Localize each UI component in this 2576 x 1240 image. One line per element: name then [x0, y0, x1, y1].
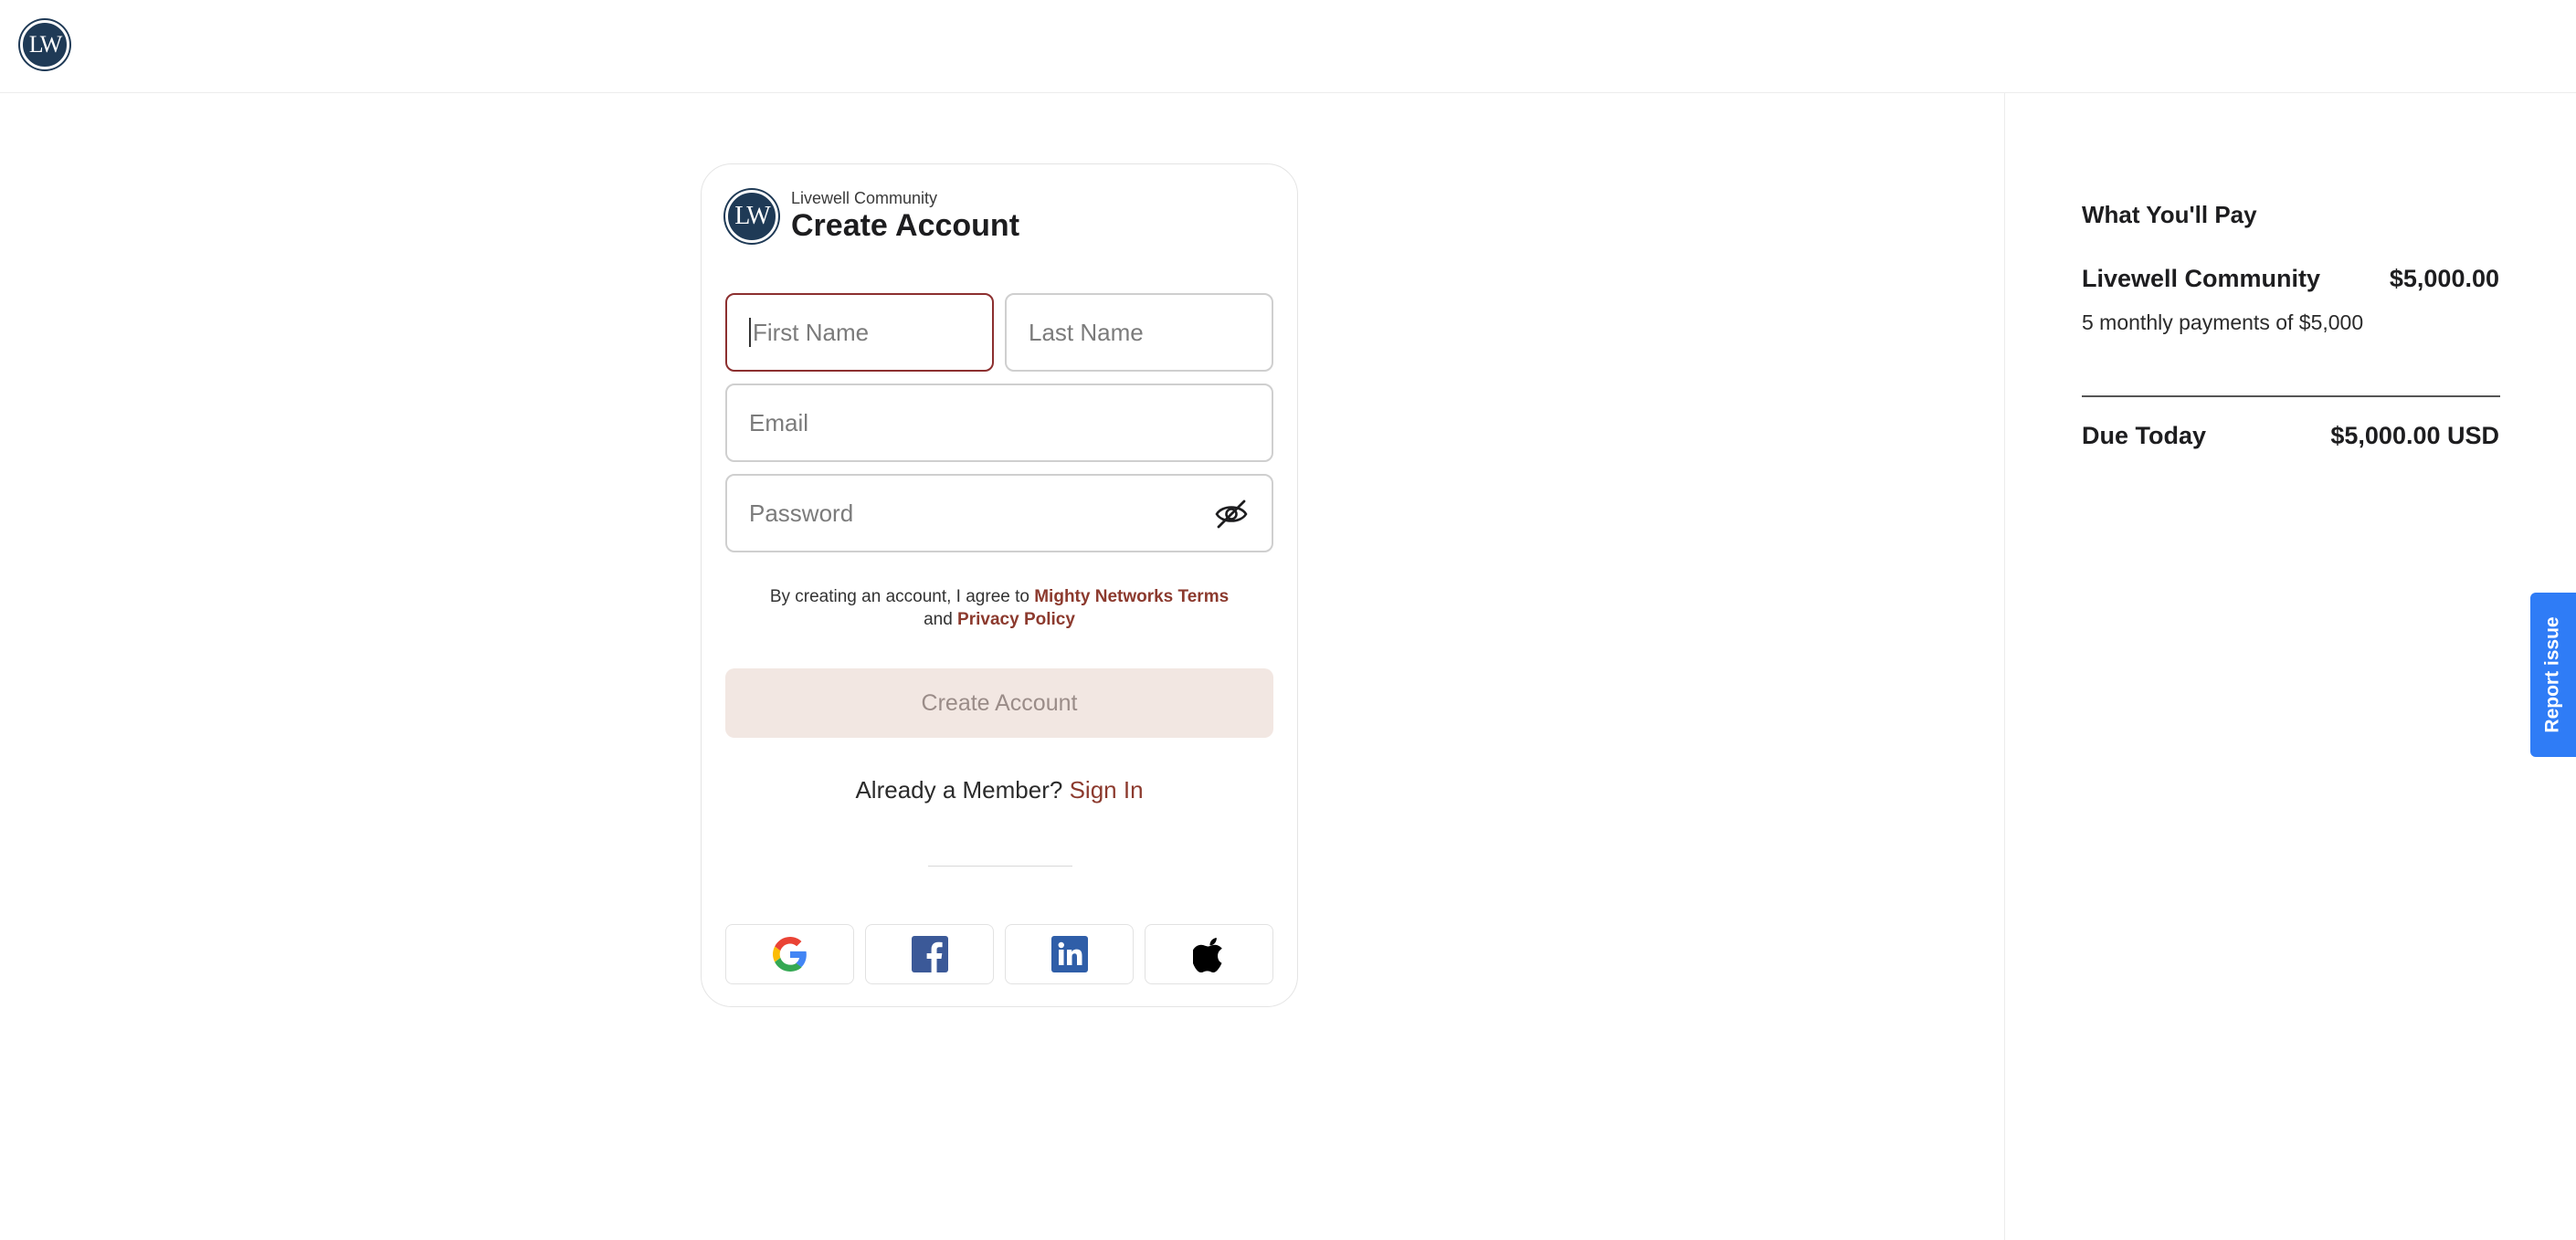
- password-input[interactable]: [749, 476, 1272, 551]
- payment-item-amount: $5,000.00: [2389, 265, 2499, 292]
- card-logo: LW: [725, 190, 778, 243]
- top-bar: LW: [0, 0, 2576, 93]
- last-name-field[interactable]: [1005, 293, 1273, 372]
- google-signin-button[interactable]: [725, 924, 854, 984]
- google-icon: [772, 937, 807, 972]
- password-field[interactable]: [725, 474, 1273, 552]
- privacy-policy-link[interactable]: Privacy Policy: [957, 610, 1075, 629]
- card-header: LW Livewell Community Create Account: [725, 189, 1019, 244]
- apple-icon: [1192, 938, 1222, 972]
- linkedin-signin-button[interactable]: [1005, 924, 1134, 984]
- report-issue-button[interactable]: Report issue: [2530, 593, 2576, 757]
- facebook-icon: [911, 936, 948, 972]
- member-prompt: Already a Member? Sign In: [855, 776, 1144, 804]
- payment-divider: [2082, 395, 2500, 397]
- email-input[interactable]: [749, 385, 1272, 460]
- due-today-label: Due Today: [2082, 422, 2207, 449]
- first-name-field[interactable]: [725, 293, 994, 372]
- terms-link[interactable]: Mighty Networks Terms: [1034, 587, 1229, 606]
- terms-text: By creating an account, I agree to Might…: [769, 587, 1230, 629]
- community-name: Livewell Community: [791, 189, 938, 207]
- payment-title: What You'll Pay: [2082, 201, 2257, 228]
- sign-in-link[interactable]: Sign In: [1070, 776, 1144, 804]
- text-caret: [749, 318, 751, 347]
- last-name-input[interactable]: [1029, 295, 1272, 370]
- payment-summary: What You'll Pay Livewell Community $5,00…: [2004, 93, 2576, 1240]
- due-today-amount: $5,000.00 USD: [2330, 422, 2499, 449]
- first-name-input[interactable]: [752, 295, 992, 370]
- community-logo[interactable]: LW: [20, 20, 69, 69]
- facebook-signin-button[interactable]: [865, 924, 994, 984]
- apple-signin-button[interactable]: [1145, 924, 1273, 984]
- payment-item-detail: 5 monthly payments of $5,000: [2082, 310, 2364, 334]
- email-field[interactable]: [725, 384, 1273, 462]
- divider: [928, 866, 1072, 867]
- report-issue-label: Report issue: [2542, 616, 2564, 733]
- create-account-button[interactable]: Create Account: [725, 668, 1273, 738]
- page-title: Create Account: [791, 208, 1020, 243]
- signup-card: LW Livewell Community Create Account By …: [701, 163, 1298, 1007]
- payment-item-name: Livewell Community: [2082, 265, 2321, 292]
- linkedin-icon: [1050, 936, 1088, 972]
- eye-off-icon[interactable]: [1213, 498, 1250, 531]
